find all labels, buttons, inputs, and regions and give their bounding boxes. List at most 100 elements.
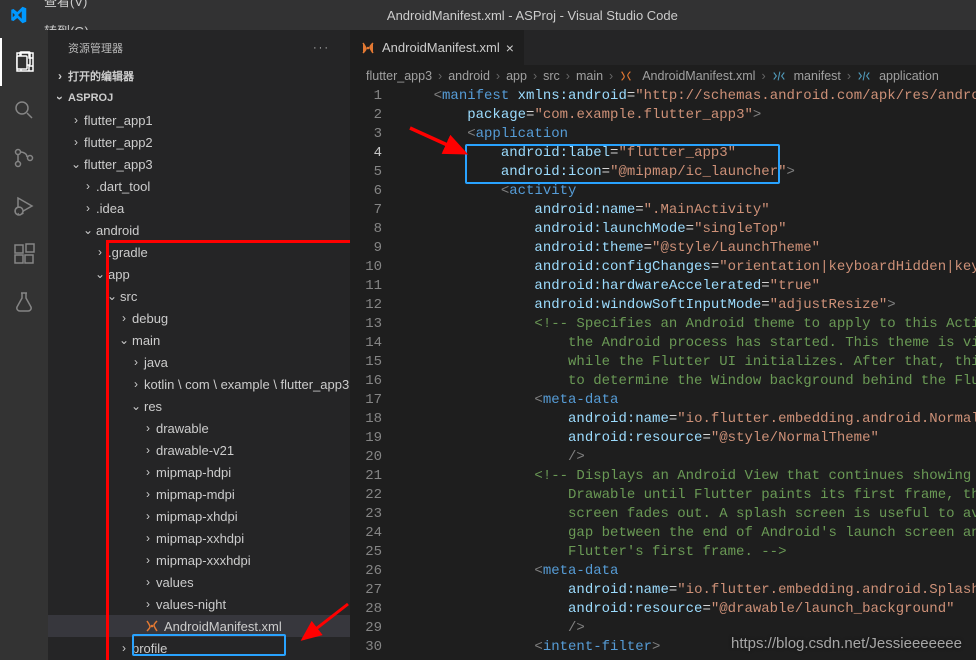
code-line[interactable]: android:resource="@drawable/launch_backg… [400,600,976,619]
code-line[interactable]: android:windowSoftInputMode="adjustResiz… [400,296,976,315]
code-line[interactable]: android:name="io.flutter.embedding.andro… [400,410,976,429]
code-line[interactable]: android:theme="@style/LaunchTheme" [400,239,976,258]
line-number: 10 [350,258,382,277]
breadcrumb-item[interactable]: flutter_app3 [366,69,432,83]
tree-row[interactable]: ›flutter_app2 [48,131,350,153]
extensions-icon[interactable] [0,230,48,278]
tree-row[interactable]: ›drawable [48,417,350,439]
code-line[interactable]: screen fades out. A splash screen is use… [400,505,976,524]
tree-label: mipmap-xhdpi [156,509,238,524]
line-number: 17 [350,391,382,410]
code-line[interactable]: android:name=".MainActivity" [400,201,976,220]
tree-row[interactable]: ⌄app [48,263,350,285]
open-editors-header[interactable]: ›打开的编辑器 [48,65,350,87]
breadcrumb-separator: › [533,69,537,83]
code-line[interactable]: Flutter's first frame. --> [400,543,976,562]
source-control-icon[interactable] [0,134,48,182]
tree-row[interactable]: ›.dart_tool [48,175,350,197]
tree-row[interactable]: ›kotlin \ com \ example \ flutter_app3 [48,373,350,395]
breadcrumb-item[interactable]: AndroidManifest.xml [642,69,755,83]
code-line[interactable]: android:resource="@style/NormalTheme" [400,429,976,448]
line-number: 13 [350,315,382,334]
tree-row[interactable]: ⌄src [48,285,350,307]
tree-label: flutter_app2 [84,135,153,150]
code-line[interactable]: <!-- Displays an Android View that conti… [400,467,976,486]
breadcrumb-separator: › [438,69,442,83]
code-line[interactable]: gap between the end of Android's launch … [400,524,976,543]
tree-row[interactable]: ›.gradle [48,241,350,263]
more-icon[interactable]: ··· [313,42,330,54]
tree-row[interactable]: ›debug [48,307,350,329]
xml-file-icon [144,618,164,634]
workspace-header[interactable]: ›ASPROJ [48,87,350,109]
run-debug-icon[interactable] [0,182,48,230]
tree-row[interactable]: ⌄flutter_app3 [48,153,350,175]
code-line[interactable]: /> [400,448,976,467]
tree-row[interactable]: ›mipmap-xhdpi [48,505,350,527]
close-icon[interactable]: × [506,40,514,56]
code-line[interactable]: android:hardwareAccelerated="true" [400,277,976,296]
code-line[interactable]: android:label="flutter_app3" [400,144,976,163]
sidebar-title: 资源管理器 ··· [48,30,350,65]
code-line[interactable]: <activity [400,182,976,201]
code-line[interactable]: /> [400,619,976,638]
code-line[interactable]: the Android process has started. This th… [400,334,976,353]
code-line[interactable]: <manifest xmlns:android="http://schemas.… [400,87,976,106]
breadcrumb-item[interactable]: app [506,69,527,83]
code-line[interactable]: android:icon="@mipmap/ic_launcher"> [400,163,976,182]
file-tree[interactable]: ›flutter_app1›flutter_app2⌄flutter_app3›… [48,109,350,660]
chevron-icon: › [80,201,96,215]
breadcrumb-item[interactable]: android [448,69,490,83]
chevron-icon: › [140,531,156,545]
menu-item[interactable]: 查看(V) [36,0,97,15]
code-line[interactable]: android:configChanges="orientation|keybo… [400,258,976,277]
code-line[interactable]: while the Flutter UI initializes. After … [400,353,976,372]
tree-row[interactable]: ›mipmap-xxxhdpi [48,549,350,571]
line-number: 1 [350,87,382,106]
code-line[interactable]: <!-- Specifies an Android theme to apply… [400,315,976,334]
chevron-icon: › [140,465,156,479]
tree-row[interactable]: ⌄res [48,395,350,417]
breadcrumb-item[interactable]: application [879,69,939,83]
tree-row[interactable]: ›mipmap-hdpi [48,461,350,483]
tree-row[interactable]: ›mipmap-xxhdpi [48,527,350,549]
testing-icon[interactable] [0,278,48,326]
tree-row[interactable]: AndroidManifest.xml [48,615,350,637]
xml-file-icon [360,40,376,56]
tree-row[interactable]: ⌄main [48,329,350,351]
tree-row[interactable]: ›profile [48,637,350,659]
tree-label: android [96,223,139,238]
code-content[interactable]: <manifest xmlns:android="http://schemas.… [400,87,976,660]
tree-row[interactable]: ›.idea [48,197,350,219]
tree-row[interactable]: ›flutter_app1 [48,109,350,131]
breadcrumb-item[interactable]: main [576,69,603,83]
search-icon[interactable] [0,86,48,134]
explorer-icon[interactable] [0,38,48,86]
code-line[interactable]: to determine the Window background behin… [400,372,976,391]
tree-row[interactable]: ⌄android [48,219,350,241]
code-line[interactable]: <intent-filter> [400,638,976,657]
code-line[interactable]: Drawable until Flutter paints its first … [400,486,976,505]
code-line[interactable]: <meta-data [400,562,976,581]
tree-row[interactable]: ›drawable-v21 [48,439,350,461]
line-number: 16 [350,372,382,391]
breadcrumb-item[interactable]: src [543,69,560,83]
tree-row[interactable]: ›values [48,571,350,593]
tree-row[interactable]: ›mipmap-mdpi [48,483,350,505]
code-line[interactable]: android:launchMode="singleTop" [400,220,976,239]
breadcrumbs[interactable]: flutter_app3›android›app›src›main›Androi… [350,65,976,87]
breadcrumb-separator: › [566,69,570,83]
tree-row[interactable]: ›values-night [48,593,350,615]
code-line[interactable]: package="com.example.flutter_app3"> [400,106,976,125]
chevron-icon: › [80,179,96,193]
breadcrumb-item[interactable]: manifest [794,69,841,83]
editor-tab-active[interactable]: AndroidManifest.xml × [350,30,525,65]
breadcrumb-separator: › [609,69,613,83]
tree-label: mipmap-xxxhdpi [156,553,251,568]
code-line[interactable]: android:name="io.flutter.embedding.andro… [400,581,976,600]
code-line[interactable]: <application [400,125,976,144]
code-line[interactable]: <meta-data [400,391,976,410]
tree-label: drawable [156,421,209,436]
tree-row[interactable]: ›java [48,351,350,373]
tree-label: mipmap-xxhdpi [156,531,244,546]
